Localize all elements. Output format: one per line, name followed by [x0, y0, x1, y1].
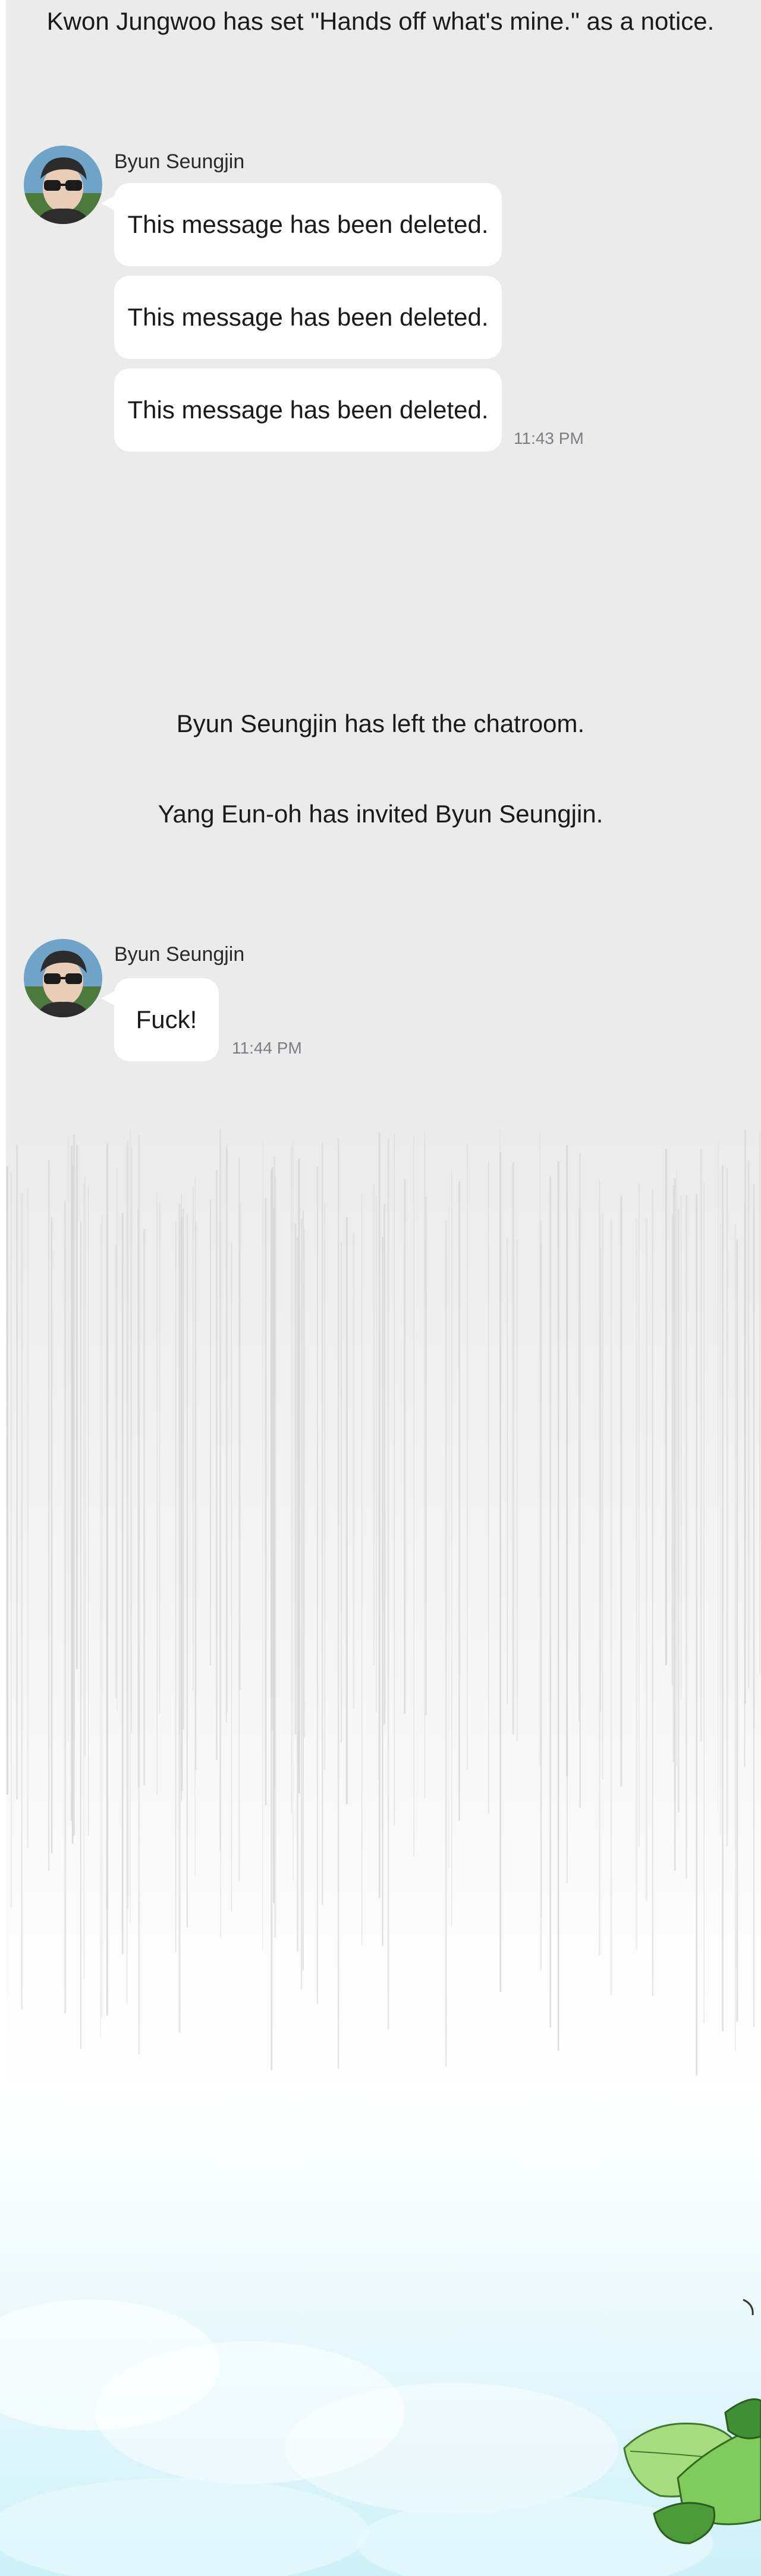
avatar-image: [24, 939, 102, 1017]
notice-set-message: Kwon Jungwoo has set "Hands off what's m…: [46, 7, 715, 35]
sender-name: Byun Seungjin: [114, 150, 245, 173]
message-timestamp: 11:44 PM: [232, 1039, 302, 1057]
invited-notice: Yang Eun-oh has invited Byun Seungjin.: [158, 800, 603, 828]
sender-name: Byun Seungjin: [114, 943, 245, 966]
deleted-message-bubble[interactable]: This message has been deleted.: [114, 368, 502, 452]
avatar-image: [24, 146, 102, 224]
avatar[interactable]: [24, 146, 102, 224]
deleted-message-bubble[interactable]: This message has been deleted.: [114, 276, 502, 359]
speed-lines: [6, 1129, 760, 2076]
avatar[interactable]: [24, 939, 102, 1017]
deleted-message-bubble[interactable]: This message has been deleted.: [101, 183, 502, 266]
speed-lines-background: [6, 1129, 761, 2110]
leaves-illustration: [623, 2298, 761, 2545]
left-chatroom-notice: Byun Seungjin has left the chatroom.: [176, 710, 585, 737]
message-bubble[interactable]: Fuck!: [101, 978, 219, 1061]
message-timestamp: 11:43 PM: [514, 429, 584, 447]
